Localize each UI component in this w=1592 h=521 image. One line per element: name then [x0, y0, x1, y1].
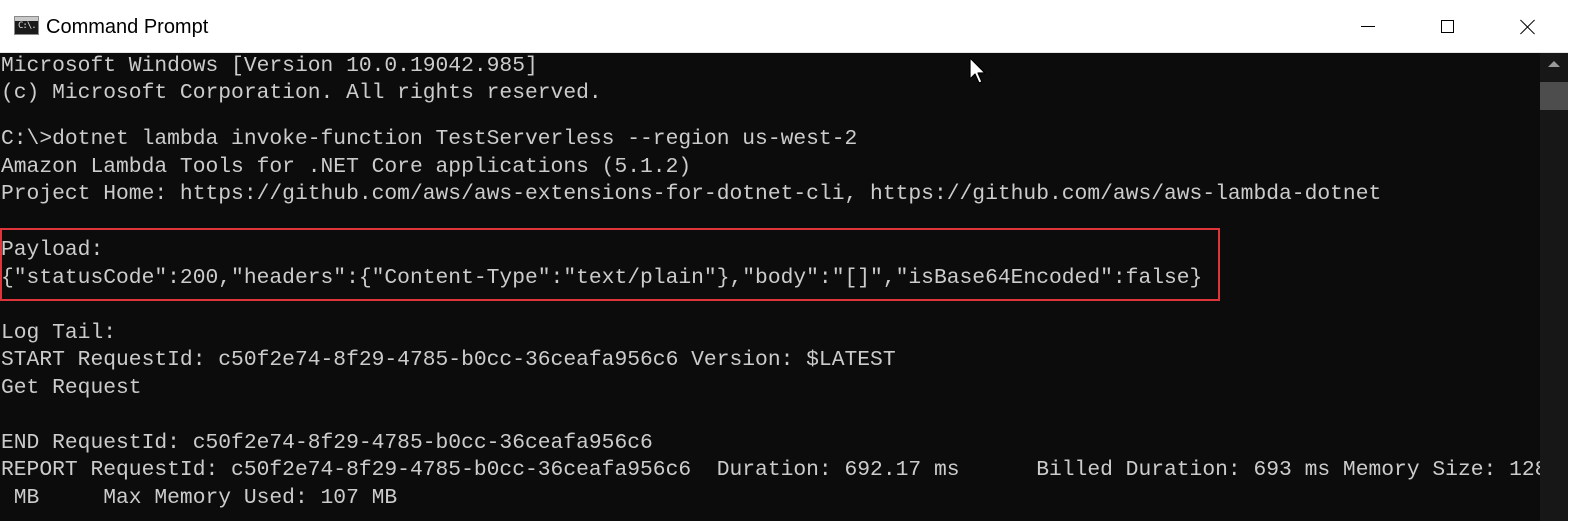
vertical-scrollbar[interactable]: [1540, 53, 1568, 521]
mouse-cursor-icon: [969, 57, 986, 84]
log-report-line: REPORT RequestId: c50f2e74-8f29-4785-b0c…: [1, 458, 1540, 482]
console-line: Microsoft Windows [Version 10.0.19042.98…: [1, 54, 538, 78]
command-prompt-icon[interactable]: C:\.: [14, 16, 39, 35]
close-button[interactable]: [1488, 0, 1568, 52]
log-report-line-continued: MB Max Memory Used: 107 MB: [1, 486, 398, 510]
scroll-up-arrow-icon[interactable]: [1548, 61, 1560, 67]
maximize-button[interactable]: [1408, 0, 1488, 52]
console-output[interactable]: Microsoft Windows [Version 10.0.19042.98…: [0, 53, 1540, 521]
log-message-line: Get Request: [1, 376, 142, 400]
console-line: Amazon Lambda Tools for .NET Core applic…: [1, 155, 692, 179]
log-tail-label: Log Tail:: [1, 321, 117, 345]
payload-highlight-box: [0, 228, 1220, 301]
console-line: (c) Microsoft Corporation. All rights re…: [1, 81, 602, 105]
log-start-line: START RequestId: c50f2e74-8f29-4785-b0cc…: [1, 348, 896, 372]
maximize-icon: [1441, 20, 1454, 33]
command-prompt-window: C:\. Command Prompt Microsoft Windows [V…: [0, 0, 1592, 521]
close-icon: [1520, 19, 1536, 35]
minimize-icon: [1361, 26, 1375, 27]
title-bar[interactable]: C:\. Command Prompt: [0, 0, 1568, 53]
window-title: Command Prompt: [46, 16, 209, 38]
log-end-line: END RequestId: c50f2e74-8f29-4785-b0cc-3…: [1, 431, 653, 455]
minimize-button[interactable]: [1328, 0, 1408, 52]
command-line: C:\>dotnet lambda invoke-function TestSe…: [1, 127, 858, 151]
scrollbar-thumb[interactable]: [1540, 82, 1568, 110]
console-line: Project Home: https://github.com/aws/aws…: [1, 182, 1382, 206]
app-icon-text: C:\.: [18, 21, 37, 31]
window-edge: [1568, 0, 1592, 521]
